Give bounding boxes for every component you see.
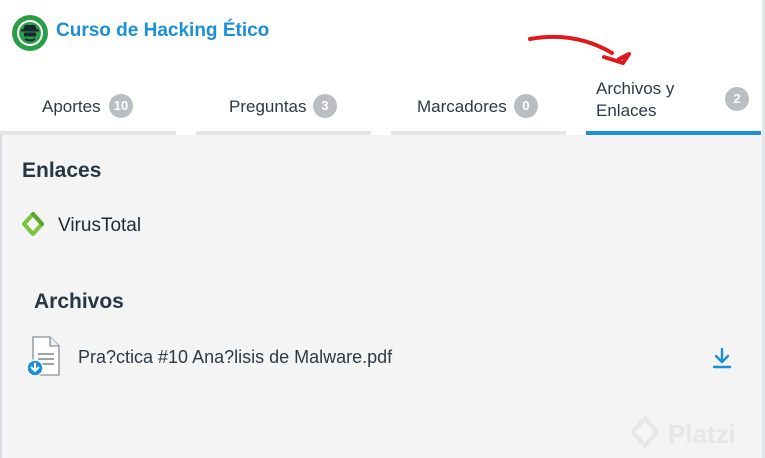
tab-label-line2: Enlaces [596, 101, 657, 120]
link-icon [22, 211, 44, 241]
tab-archivos-enlaces[interactable]: Archivos y Enlaces 2 [586, 65, 761, 135]
link-label: VirusTotal [58, 215, 142, 236]
count-badge: 0 [514, 94, 538, 118]
platzi-logo-icon [630, 415, 660, 454]
tab-label-line1: Archivos y [596, 79, 675, 98]
download-icon[interactable] [711, 347, 733, 374]
course-title[interactable]: Curso de Hacking Ético [56, 20, 269, 42]
platzi-watermark: Platzi [630, 415, 736, 454]
tab-bar: Aportes 10 Preguntas 3 Marcadores 0 Arch… [0, 65, 765, 135]
file-item[interactable]: Pra?ctica #10 Ana?lisis de Malware.pdf [26, 335, 756, 381]
tab-label: Preguntas [229, 97, 307, 116]
tab-marcadores[interactable]: Marcadores 0 [391, 65, 566, 135]
link-item[interactable]: VirusTotal [22, 211, 142, 241]
tab-label: Archivos y Enlaces [596, 78, 674, 122]
tab-label: Marcadores [417, 97, 507, 116]
links-section-title: Enlaces [22, 159, 102, 182]
watermark-text: Platzi [668, 419, 736, 449]
file-name[interactable]: Pra?ctica #10 Ana?lisis de Malware.pdf [78, 347, 392, 368]
tab-preguntas[interactable]: Preguntas 3 [196, 65, 371, 135]
tab-label: Aportes [42, 97, 101, 116]
count-badge: 3 [313, 94, 337, 118]
tab-aportes[interactable]: Aportes 10 [0, 65, 176, 135]
resources-panel: Enlaces VirusTotal Archivos Pra?ctica #1… [2, 135, 762, 458]
count-badge: 10 [109, 94, 133, 118]
document-icon [26, 335, 62, 384]
course-header: Curso de Hacking Ético [0, 0, 765, 65]
files-section-title: Archivos [34, 290, 124, 313]
count-badge: 2 [725, 87, 749, 111]
hacker-logo-icon[interactable] [12, 15, 48, 51]
